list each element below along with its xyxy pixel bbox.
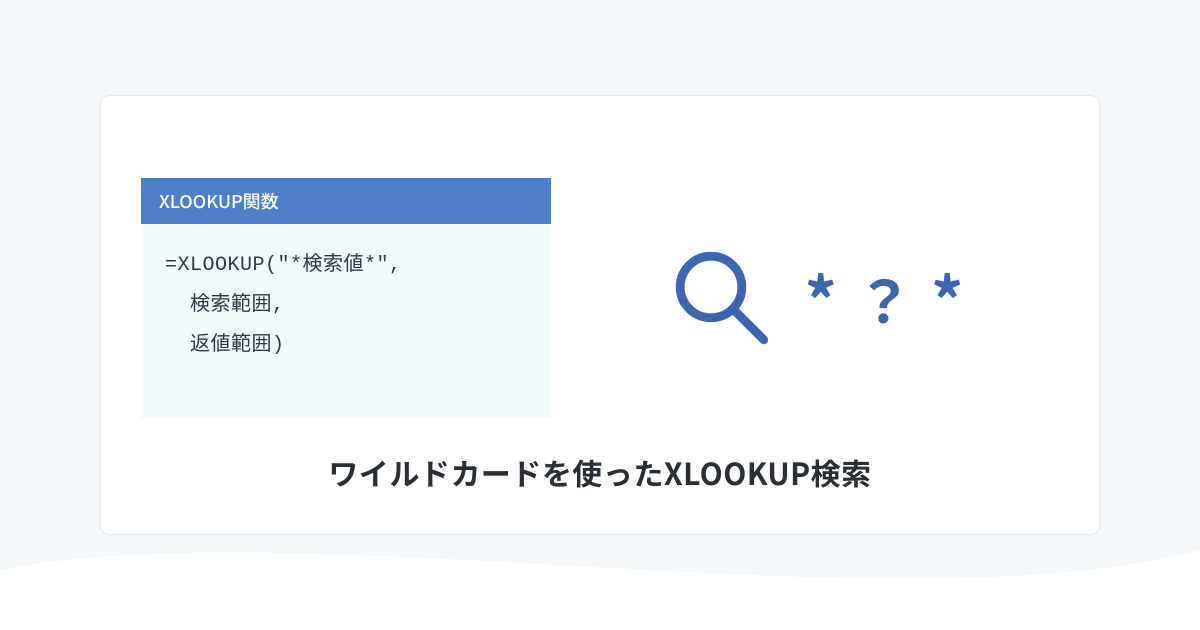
code-line-3: 返値範囲) xyxy=(165,334,285,357)
info-card: XLOOKUP関数 =XLOOKUP("*検索値*", 検索範囲, 返値範囲) … xyxy=(100,95,1100,535)
code-line-2: 検索範囲, xyxy=(165,294,285,317)
content-row: XLOOKUP関数 =XLOOKUP("*検索値*", 検索範囲, 返値範囲) … xyxy=(101,96,1099,450)
code-line-1: =XLOOKUP("*検索値*", xyxy=(165,254,402,277)
graphic-area: * ？ * xyxy=(591,243,1059,353)
question-mark-icon: ？ xyxy=(855,269,913,327)
caption: ワイルドカードを使ったXLOOKUP検索 xyxy=(101,450,1099,534)
asterisk-icon: * xyxy=(805,266,837,330)
wildcard-symbols: * ？ * xyxy=(805,266,964,330)
code-box-header: XLOOKUP関数 xyxy=(141,178,551,224)
code-box-body: =XLOOKUP("*検索値*", 検索範囲, 返値範囲) xyxy=(141,224,551,418)
asterisk-icon: * xyxy=(931,266,963,330)
code-box: XLOOKUP関数 =XLOOKUP("*検索値*", 検索範囲, 返値範囲) xyxy=(141,178,551,418)
magnifier-icon xyxy=(667,243,777,353)
